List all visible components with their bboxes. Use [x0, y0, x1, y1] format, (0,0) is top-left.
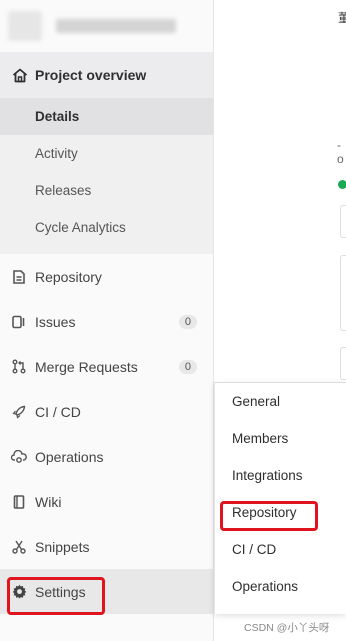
project-avatar[interactable] — [8, 11, 42, 41]
issues-count-badge: 0 — [178, 314, 197, 329]
nav-merge-requests-label: Merge Requests — [35, 358, 138, 375]
project-header[interactable] — [0, 0, 213, 52]
merge-request-icon — [10, 359, 28, 374]
nav-snippets-label: Snippets — [35, 538, 90, 555]
project-overview-section: Project overview Details Activity Releas… — [0, 52, 213, 254]
subnav-releases[interactable]: Releases — [0, 172, 213, 209]
document-icon — [10, 269, 28, 284]
dropdown-edge[interactable] — [340, 205, 346, 238]
nav-operations-label: Operations — [35, 448, 104, 465]
subnav-cycle-analytics[interactable]: Cycle Analytics — [0, 209, 213, 246]
flyout-repository[interactable]: Repository — [215, 494, 346, 531]
commit-icon: -o — [337, 138, 344, 166]
overview-submenu: Details Activity Releases Cycle Analytic… — [0, 98, 213, 254]
flyout-general[interactable]: General — [215, 383, 346, 420]
nav-repository-label: Repository — [35, 268, 102, 285]
sidebar: Project overview Details Activity Releas… — [0, 0, 214, 641]
flyout-members[interactable]: Members — [215, 420, 346, 457]
subnav-activity[interactable]: Activity — [0, 135, 213, 172]
panel-edge — [340, 255, 346, 331]
subnav-details[interactable]: Details — [0, 98, 213, 135]
home-icon — [11, 68, 29, 83]
nav-issues[interactable]: Issues 0 — [0, 299, 213, 344]
watermark-footer: CSDN @小丫头呀 — [244, 622, 330, 634]
project-name-blurred[interactable] — [56, 19, 176, 33]
issues-icon — [10, 315, 28, 329]
scissors-icon — [10, 540, 28, 554]
main-title-fragment: 董 — [338, 11, 346, 25]
flyout-operations[interactable]: Operations — [215, 568, 346, 605]
nav-project-overview[interactable]: Project overview — [0, 52, 213, 98]
rocket-icon — [10, 405, 28, 419]
book-icon — [10, 494, 28, 509]
nav-project-overview-label: Project overview — [35, 67, 147, 83]
merge-requests-count-badge: 0 — [178, 359, 197, 374]
nav-settings-label: Settings — [35, 583, 86, 600]
settings-flyout-menu: General Members Integrations Repository … — [214, 382, 346, 614]
nav-operations[interactable]: Operations — [0, 434, 213, 479]
status-dot — [338, 180, 346, 189]
cloud-gear-icon — [10, 449, 28, 464]
nav-ci-cd-label: CI / CD — [35, 403, 81, 420]
nav-issues-label: Issues — [35, 313, 76, 330]
flyout-ci-cd[interactable]: CI / CD — [215, 531, 346, 568]
nav-merge-requests[interactable]: Merge Requests 0 — [0, 344, 213, 389]
nav-repository[interactable]: Repository — [0, 254, 213, 299]
nav-snippets[interactable]: Snippets — [0, 524, 213, 569]
nav-wiki[interactable]: Wiki — [0, 479, 213, 524]
gear-icon — [10, 584, 28, 599]
nav-wiki-label: Wiki — [35, 493, 62, 510]
button-edge[interactable] — [340, 347, 346, 380]
nav-settings[interactable]: Settings — [0, 569, 213, 614]
main-content-partial: 董 -o — [215, 0, 346, 382]
nav-ci-cd[interactable]: CI / CD — [0, 389, 213, 434]
flyout-integrations[interactable]: Integrations — [215, 457, 346, 494]
